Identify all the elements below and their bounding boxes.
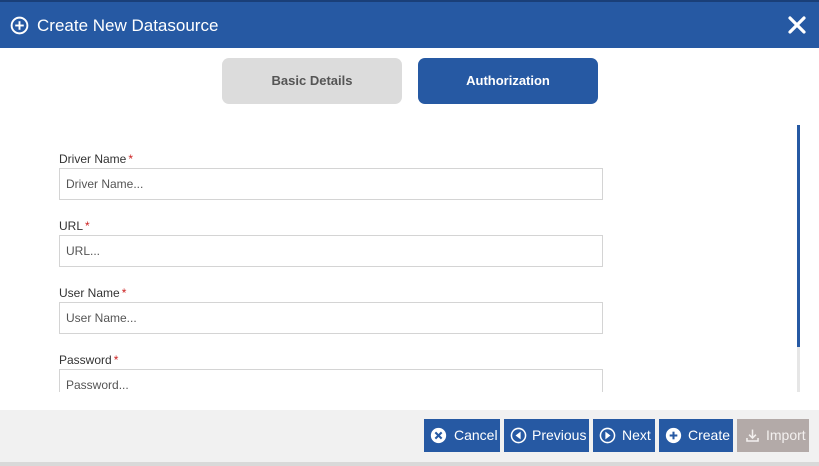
password-input[interactable]	[59, 369, 603, 392]
url-label: URL *	[59, 219, 90, 233]
import-button[interactable]: Import	[737, 419, 809, 452]
url-input[interactable]	[59, 235, 603, 267]
x-circle-icon	[430, 427, 447, 444]
driver-name-input[interactable]	[59, 168, 603, 200]
import-button-label: Import	[766, 427, 806, 443]
download-icon	[746, 429, 759, 442]
tab-basic-details[interactable]: Basic Details	[222, 58, 402, 104]
url-label-text: URL	[59, 219, 84, 233]
password-label: Password *	[59, 353, 118, 367]
scrollbar-thumb[interactable]	[797, 125, 800, 347]
tab-authorization[interactable]: Authorization	[418, 58, 598, 104]
user-name-label: User Name *	[59, 286, 126, 300]
required-marker: *	[128, 152, 134, 166]
password-label-text: Password	[59, 353, 112, 367]
required-marker: *	[85, 219, 90, 233]
required-marker: *	[113, 353, 119, 367]
next-button-label: Next	[622, 427, 651, 443]
bottom-strip	[0, 462, 819, 466]
previous-button[interactable]: Previous	[504, 419, 589, 452]
cancel-button-label: Cancel	[454, 427, 498, 443]
user-name-input[interactable]	[59, 302, 603, 334]
dialog-footer: Cancel Previous Next Create Import	[0, 410, 819, 466]
create-button[interactable]: Create	[659, 419, 733, 452]
scrollbar-track[interactable]	[797, 347, 800, 392]
previous-button-label: Previous	[532, 427, 587, 443]
create-datasource-dialog: Create New Datasource Basic Details Auth…	[0, 0, 819, 466]
close-icon[interactable]	[787, 15, 807, 35]
driver-name-label: Driver Name *	[59, 152, 133, 166]
plus-circle-icon	[10, 16, 29, 35]
plus-circle-icon	[665, 427, 682, 444]
authorization-form: Driver Name* URL* User Name* Password*	[0, 120, 800, 392]
cancel-button[interactable]: Cancel	[424, 419, 500, 452]
next-button[interactable]: Next	[593, 419, 655, 452]
arrow-left-circle-icon	[510, 427, 527, 444]
user-name-label-text: User Name	[59, 286, 120, 300]
driver-name-label-text: Driver Name	[59, 152, 127, 166]
create-button-label: Create	[688, 427, 731, 443]
required-marker: *	[121, 286, 127, 300]
dialog-title: Create New Datasource	[37, 16, 219, 35]
arrow-right-circle-icon	[599, 427, 616, 444]
dialog-header: Create New Datasource	[0, 0, 819, 48]
